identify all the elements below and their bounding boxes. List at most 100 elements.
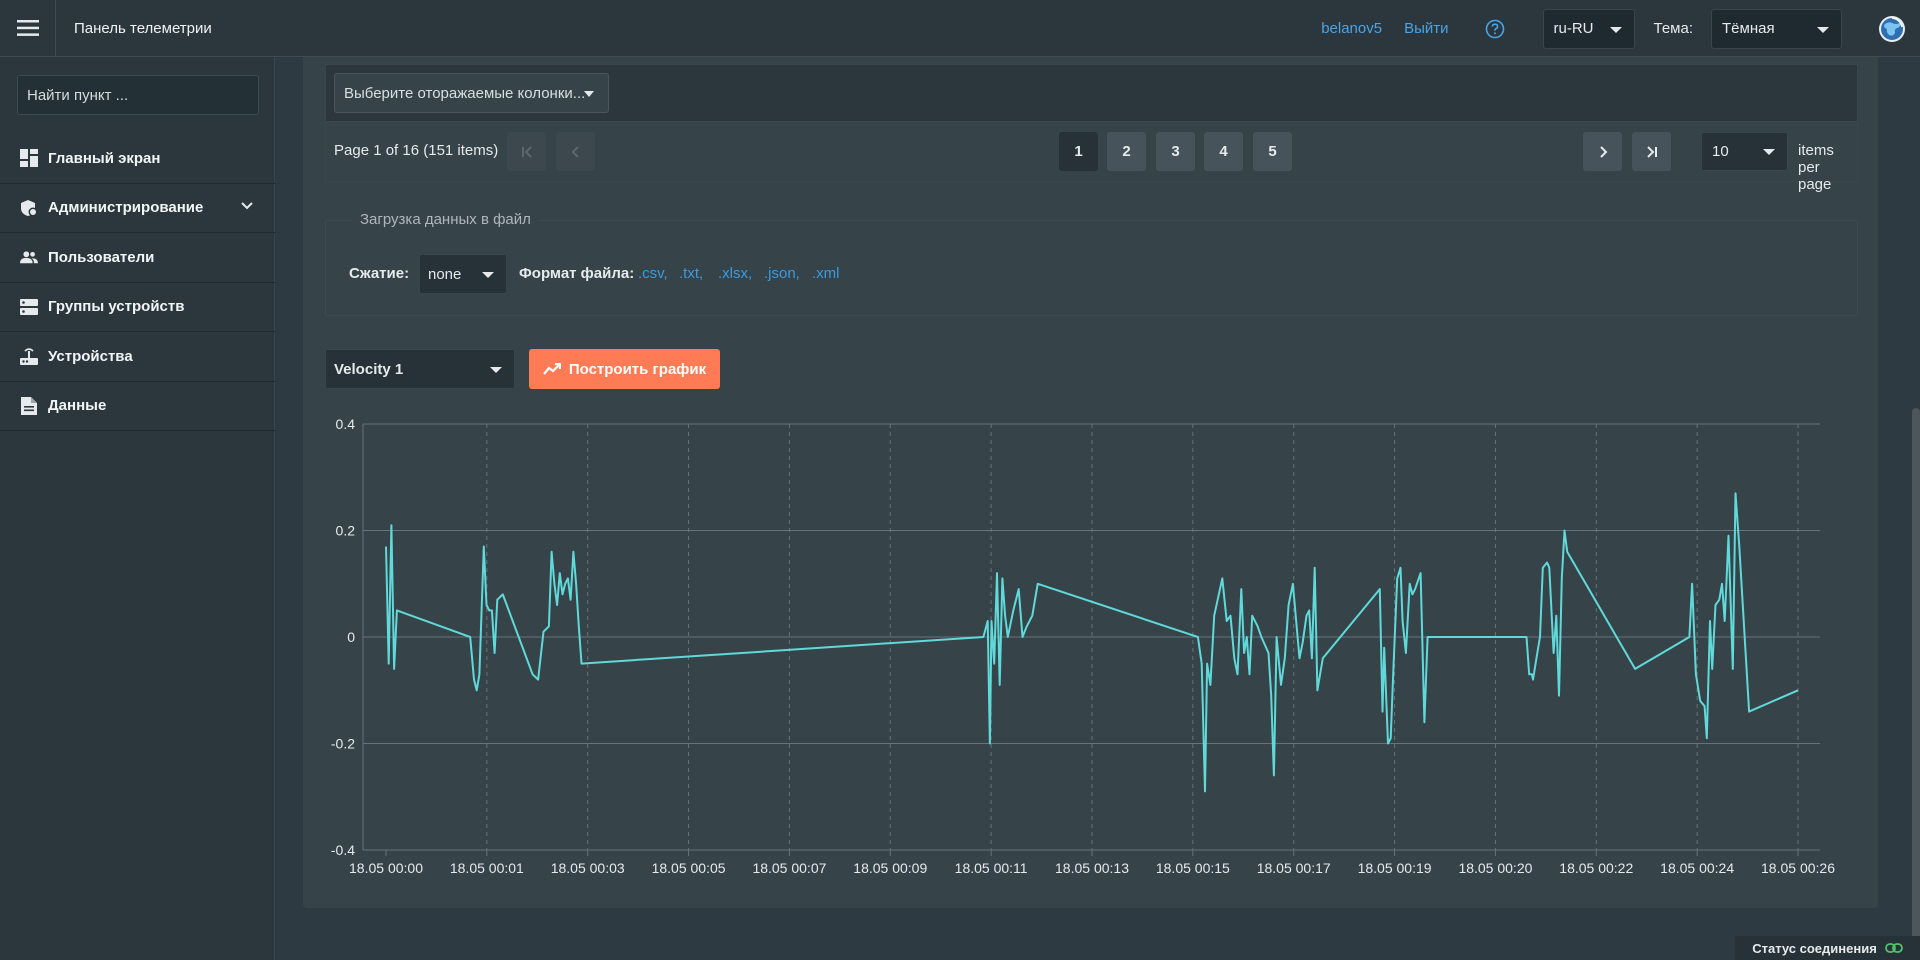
next-page-button[interactable] bbox=[1583, 132, 1622, 171]
locale-value: ru-RU bbox=[1553, 20, 1594, 37]
page-info: Page 1 of 16 (151 items) bbox=[334, 142, 499, 159]
y-tick-label: -0.4 bbox=[331, 842, 355, 858]
compression-label: Сжатие: bbox=[349, 265, 410, 282]
trend-chart-icon bbox=[542, 363, 561, 375]
admin-shield-icon bbox=[21, 199, 38, 217]
items-per-page-value: 10 bbox=[1712, 143, 1729, 160]
sidebar-item-dashboard[interactable]: Главный экран bbox=[0, 134, 275, 184]
series-value: Velocity 1 bbox=[334, 360, 404, 378]
sidebar-item-label: Устройства bbox=[48, 347, 133, 365]
format-txt-link[interactable]: .txt, bbox=[679, 265, 703, 282]
sidebar-search-input[interactable] bbox=[17, 75, 259, 115]
x-tick-label: 18.05 00:01 bbox=[450, 860, 524, 876]
x-tick-label: 18.05 00:17 bbox=[1257, 860, 1331, 876]
users-icon bbox=[20, 251, 38, 264]
x-tick-label: 18.05 00:00 bbox=[349, 860, 423, 876]
help-icon[interactable] bbox=[1485, 19, 1505, 39]
connection-status: Статус соединения bbox=[1735, 936, 1920, 960]
x-tick-label: 18.05 00:15 bbox=[1156, 860, 1230, 876]
sidebar-item-administration[interactable]: Администрирование bbox=[0, 184, 275, 233]
locale-select[interactable]: ru-RU bbox=[1542, 8, 1635, 49]
device-groups-icon bbox=[20, 298, 38, 315]
sidebar-item-data[interactable]: Данные bbox=[0, 382, 275, 431]
chevron-down-icon bbox=[482, 272, 494, 278]
y-tick-label: 0.4 bbox=[336, 416, 356, 432]
page-button-3[interactable]: 3 bbox=[1156, 132, 1195, 171]
last-page-button[interactable] bbox=[1632, 132, 1671, 171]
dashboard-icon bbox=[20, 149, 38, 168]
x-tick-label: 18.05 00:19 bbox=[1358, 860, 1432, 876]
chevron-right-icon bbox=[1599, 145, 1607, 158]
x-tick-label: 18.05 00:22 bbox=[1559, 860, 1633, 876]
sidebar-item-label: Пользователи bbox=[48, 248, 155, 266]
theme-value: Тёмная bbox=[1722, 20, 1775, 37]
build-chart-button[interactable]: Построить график bbox=[529, 349, 720, 389]
build-chart-label: Построить график bbox=[568, 360, 707, 378]
sidebar-item-label: Администрирование bbox=[48, 199, 204, 217]
chevron-down-icon bbox=[1817, 26, 1829, 33]
format-xlsx-link[interactable]: .xlsx, bbox=[718, 265, 752, 282]
globe-icon[interactable] bbox=[1878, 15, 1906, 43]
sidebar-item-users[interactable]: Пользователи bbox=[0, 233, 275, 283]
router-icon bbox=[20, 348, 38, 366]
pager: Page 1 of 16 (151 items) 1 2 3 4 5 10 it… bbox=[325, 122, 1858, 193]
sidebar-item-device-groups[interactable]: Группы устройств bbox=[0, 283, 275, 332]
page-scrollbar[interactable] bbox=[1912, 408, 1920, 960]
theme-select[interactable]: Тёмная bbox=[1711, 8, 1842, 49]
x-tick-label: 18.05 00:05 bbox=[652, 860, 726, 876]
items-per-page-label: items per page bbox=[1798, 142, 1834, 193]
document-icon bbox=[21, 396, 37, 415]
chart-svg: 0.4 0.2 0 -0.2 -0.4 18.05 00:00 18.05 00:01 18.… bbox=[331, 416, 1835, 876]
sidebar: Главный экран Администрирование Пользова… bbox=[0, 57, 275, 960]
y-tick-label: 0.2 bbox=[336, 523, 356, 539]
last-page-icon bbox=[1646, 145, 1657, 158]
prev-page-button[interactable] bbox=[556, 132, 595, 171]
chevron-down-icon[interactable] bbox=[241, 201, 253, 210]
series-select[interactable]: Velocity 1 bbox=[325, 349, 515, 389]
top-bar: Панель телеметрии belanov5 Выйти ru-RU Т… bbox=[0, 0, 1920, 57]
columns-toolbar: Выберите оторажаемые колонки... bbox=[325, 64, 1858, 122]
page-button-5[interactable]: 5 bbox=[1253, 132, 1292, 171]
theme-label: Тема: bbox=[1653, 20, 1694, 37]
x-tick-label: 18.05 00:09 bbox=[853, 860, 927, 876]
sidebar-item-label: Данные bbox=[48, 397, 107, 415]
sidebar-item-label: Группы устройств bbox=[48, 298, 185, 316]
header-right: belanov5 Выйти ru-RU Тема: Тёмная bbox=[1321, 0, 1920, 57]
hamburger-menu-button[interactable] bbox=[0, 0, 56, 57]
link-icon bbox=[1884, 943, 1903, 953]
sidebar-item-devices[interactable]: Устройства bbox=[0, 332, 275, 382]
columns-select[interactable]: Выберите оторажаемые колонки... bbox=[334, 73, 609, 113]
columns-select-placeholder: Выберите оторажаемые колонки... bbox=[344, 84, 586, 102]
download-legend: Загрузка данных в файл bbox=[351, 211, 540, 228]
x-tick-label: 18.05 00:07 bbox=[752, 860, 826, 876]
app-title: Панель телеметрии bbox=[74, 19, 212, 37]
x-tick-label: 18.05 00:13 bbox=[1055, 860, 1129, 876]
chevron-down-icon bbox=[1609, 26, 1622, 33]
page-button-4[interactable]: 4 bbox=[1204, 132, 1243, 171]
items-per-page-select[interactable]: 10 bbox=[1701, 132, 1788, 171]
first-page-button[interactable] bbox=[507, 132, 546, 171]
velocity-chart: 0.4 0.2 0 -0.2 -0.4 18.05 00:00 18.05 00:01 18.… bbox=[303, 400, 1863, 890]
x-tick-label: 18.05 00:24 bbox=[1660, 860, 1734, 876]
format-csv-link[interactable]: .csv, bbox=[638, 265, 668, 282]
compression-value: none bbox=[428, 265, 462, 283]
format-json-link[interactable]: .json, bbox=[764, 265, 800, 282]
sidebar-item-label: Главный экран bbox=[48, 149, 161, 167]
x-tick-label: 18.05 00:26 bbox=[1761, 860, 1835, 876]
chevron-down-icon bbox=[1763, 149, 1775, 155]
page-button-2[interactable]: 2 bbox=[1107, 132, 1146, 171]
chevron-down-icon bbox=[490, 367, 502, 373]
user-link[interactable]: belanov5 bbox=[1321, 20, 1382, 37]
first-page-icon bbox=[521, 145, 532, 158]
sidebar-nav: Главный экран Администрирование Пользова… bbox=[0, 134, 275, 431]
format-xml-link[interactable]: .xml bbox=[812, 265, 840, 282]
hamburger-icon bbox=[16, 20, 39, 36]
logout-link[interactable]: Выйти bbox=[1404, 20, 1448, 37]
format-label: Формат файла: bbox=[519, 265, 635, 282]
compression-select[interactable]: none bbox=[419, 254, 507, 294]
y-tick-label: -0.2 bbox=[331, 736, 355, 752]
page-button-1[interactable]: 1 bbox=[1059, 132, 1098, 171]
download-fieldset: Загрузка данных в файл Сжатие: none Форм… bbox=[325, 211, 1858, 316]
x-tick-label: 18.05 00:03 bbox=[551, 860, 625, 876]
connection-status-label: Статус соединения bbox=[1752, 940, 1877, 956]
